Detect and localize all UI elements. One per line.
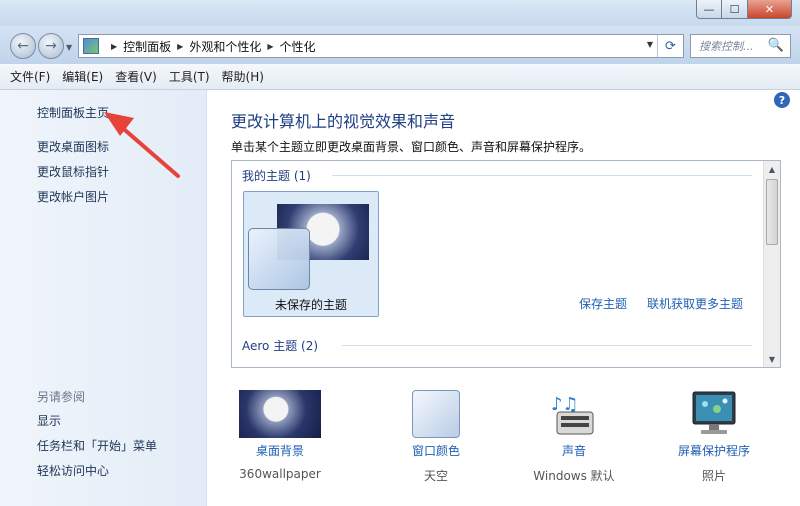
sidebar-item-display[interactable]: 显示 xyxy=(37,412,61,429)
scroll-down-icon[interactable]: ▼ xyxy=(764,351,780,367)
sidebar-item-change-account-picture[interactable]: 更改帐户图片 xyxy=(37,188,109,205)
maximize-button[interactable]: ☐ xyxy=(722,0,748,19)
screen-saver-monitor-icon xyxy=(687,390,741,438)
desktop-background-label[interactable]: 桌面背景 xyxy=(220,442,340,459)
address-dropdown-icon[interactable]: ▼ xyxy=(647,40,653,49)
menu-tools[interactable]: 工具(T) xyxy=(169,68,210,85)
sidebar-item-taskbar-start-menu[interactable]: 任务栏和「开始」菜单 xyxy=(37,437,157,454)
theme-window-color-swatch xyxy=(248,228,310,290)
menu-view[interactable]: 查看(V) xyxy=(115,68,157,85)
window-color-label[interactable]: 窗口颜色 xyxy=(376,442,496,459)
screen-saver-label[interactable]: 屏幕保护程序 xyxy=(654,442,774,459)
title-bar: — ☐ ✕ xyxy=(0,0,800,26)
save-theme-link[interactable]: 保存主题 xyxy=(579,295,627,312)
minimize-button[interactable]: — xyxy=(696,0,722,19)
menu-edit[interactable]: 编辑(E) xyxy=(62,68,103,85)
group-divider xyxy=(332,175,752,176)
get-more-themes-link[interactable]: 联机获取更多主题 xyxy=(647,295,743,312)
breadcrumb-separator-icon[interactable]: ▶ xyxy=(267,42,273,51)
sidebar-item-change-desktop-icons[interactable]: 更改桌面图标 xyxy=(37,138,109,155)
breadcrumb-control-panel[interactable]: 控制面板 xyxy=(123,38,171,55)
control-panel-icon xyxy=(83,38,99,54)
my-themes-header: 我的主题 (1) xyxy=(242,169,311,183)
sounds-setting[interactable]: ♪♫ 声音 Windows 默认 xyxy=(514,390,634,484)
window-color-value: 天空 xyxy=(423,469,448,483)
sidebar-item-control-panel-home[interactable]: 控制面板主页 xyxy=(37,104,109,121)
group-divider xyxy=(342,345,752,346)
back-arrow-icon: ← xyxy=(17,38,29,54)
forward-button[interactable]: → xyxy=(38,33,64,59)
search-icon[interactable]: 🔍 xyxy=(768,38,784,53)
theme-tile-label: 未保存的主题 xyxy=(274,298,347,312)
desktop-background-thumbnail xyxy=(239,390,321,438)
aero-themes-header: Aero 主题 (2) xyxy=(242,339,319,353)
breadcrumb-separator-icon[interactable]: ▶ xyxy=(177,42,183,51)
desktop-background-value: 360wallpaper xyxy=(239,467,321,481)
menu-help[interactable]: 帮助(H) xyxy=(222,68,264,85)
menu-file[interactable]: 文件(F) xyxy=(10,68,50,85)
window-color-setting[interactable]: 窗口颜色 天空 xyxy=(376,390,496,484)
screen-saver-setting[interactable]: 屏幕保护程序 照片 xyxy=(654,390,774,484)
sounds-value: Windows 默认 xyxy=(533,469,615,483)
refresh-icon: ⟳ xyxy=(665,38,676,54)
address-bar[interactable]: ▶ 控制面板 ▶ 外观和个性化 ▶ 个性化 ▼ ⟳ xyxy=(78,34,684,58)
help-icon[interactable]: ? xyxy=(774,92,790,108)
main-content: ? 更改计算机上的视觉效果和声音 单击某个主题立即更改桌面背景、窗口颜色、声音和… xyxy=(208,90,800,506)
desktop-background-setting[interactable]: 桌面背景 360wallpaper xyxy=(220,390,340,481)
caption-buttons: — ☐ ✕ xyxy=(696,0,792,19)
breadcrumb-appearance[interactable]: 外观和个性化 xyxy=(189,38,261,55)
sidebar-item-change-mouse-pointer[interactable]: 更改鼠标指针 xyxy=(37,163,109,180)
window-color-swatch xyxy=(412,390,460,438)
see-also-heading: 另请参阅 xyxy=(37,390,86,404)
sidebar-item-ease-of-access[interactable]: 轻松访问中心 xyxy=(37,462,109,479)
close-button[interactable]: ✕ xyxy=(748,0,792,19)
theme-tile-unsaved[interactable]: 未保存的主题 xyxy=(243,191,379,317)
navigation-bar: ← → ▼ ▶ 控制面板 ▶ 外观和个性化 ▶ 个性化 ▼ ⟳ 搜索控制... … xyxy=(0,26,800,64)
breadcrumb-separator-icon[interactable]: ▶ xyxy=(111,42,117,51)
recent-pages-dropdown-icon[interactable]: ▼ xyxy=(66,43,72,52)
sound-speaker-icon: ♪♫ xyxy=(549,390,599,438)
breadcrumb-personalization[interactable]: 个性化 xyxy=(280,38,316,55)
page-title: 更改计算机上的视觉效果和声音 xyxy=(231,112,456,131)
back-button[interactable]: ← xyxy=(10,33,36,59)
forward-arrow-icon: → xyxy=(45,38,57,54)
scroll-up-icon[interactable]: ▲ xyxy=(764,161,780,177)
sidebar: 控制面板主页 更改桌面图标 更改鼠标指针 更改帐户图片 另请参阅 显示 任务栏和… xyxy=(0,90,207,506)
search-input[interactable]: 搜索控制... 🔍 xyxy=(690,34,791,58)
theme-list[interactable]: 我的主题 (1) 未保存的主题 保存主题 联机获取更多主题 Aero 主题 (2… xyxy=(231,160,781,368)
menu-bar: 文件(F) 编辑(E) 查看(V) 工具(T) 帮助(H) xyxy=(0,64,800,90)
search-placeholder: 搜索控制... xyxy=(699,40,754,53)
theme-list-scrollbar[interactable]: ▲ ▼ xyxy=(763,161,780,367)
sounds-label[interactable]: 声音 xyxy=(514,442,634,459)
refresh-button[interactable]: ⟳ xyxy=(657,35,683,57)
page-description: 单击某个主题立即更改桌面背景、窗口颜色、声音和屏幕保护程序。 xyxy=(231,140,592,154)
screen-saver-value: 照片 xyxy=(701,469,726,483)
scrollbar-thumb[interactable] xyxy=(766,179,778,245)
